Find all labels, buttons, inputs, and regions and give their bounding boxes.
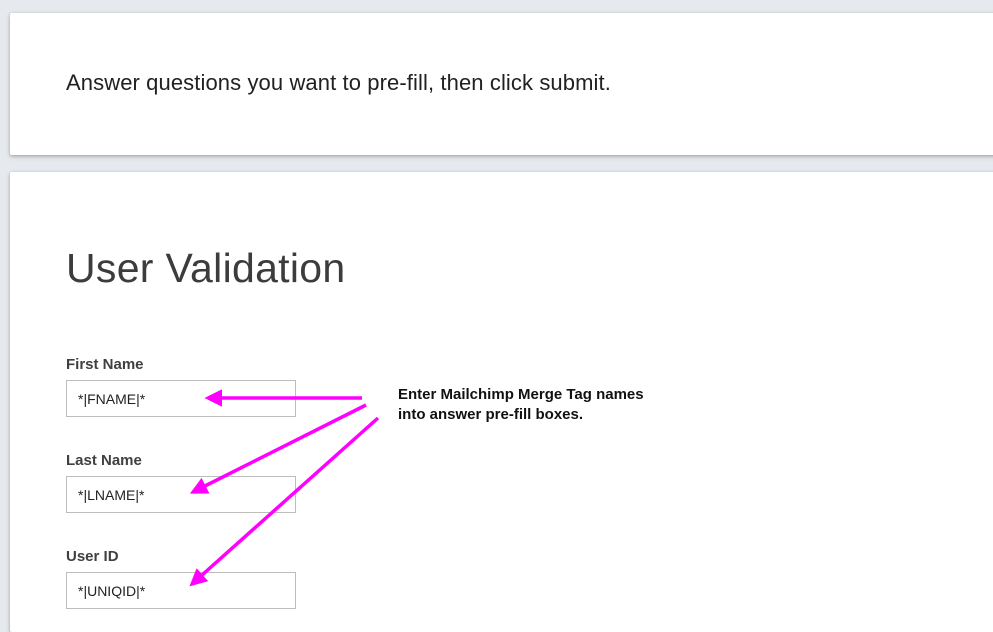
- annotation-line-1: Enter Mailchimp Merge Tag names: [398, 386, 644, 403]
- first-name-label: First Name: [66, 356, 144, 373]
- annotation-note: Enter Mailchimp Merge Tag names into ans…: [398, 385, 644, 425]
- annotation-line-2: into answer pre-fill boxes.: [398, 406, 584, 423]
- form-card: User Validation First Name Last Name Use…: [10, 172, 993, 632]
- form-title: User Validation: [66, 245, 346, 291]
- last-name-input[interactable]: [66, 476, 296, 513]
- user-id-input[interactable]: [66, 572, 296, 609]
- user-id-label: User ID: [66, 548, 119, 565]
- first-name-input[interactable]: [66, 380, 296, 417]
- last-name-label: Last Name: [66, 452, 142, 469]
- instructions-card: Answer questions you want to pre-fill, t…: [10, 13, 993, 155]
- instructions-text: Answer questions you want to pre-fill, t…: [66, 70, 611, 95]
